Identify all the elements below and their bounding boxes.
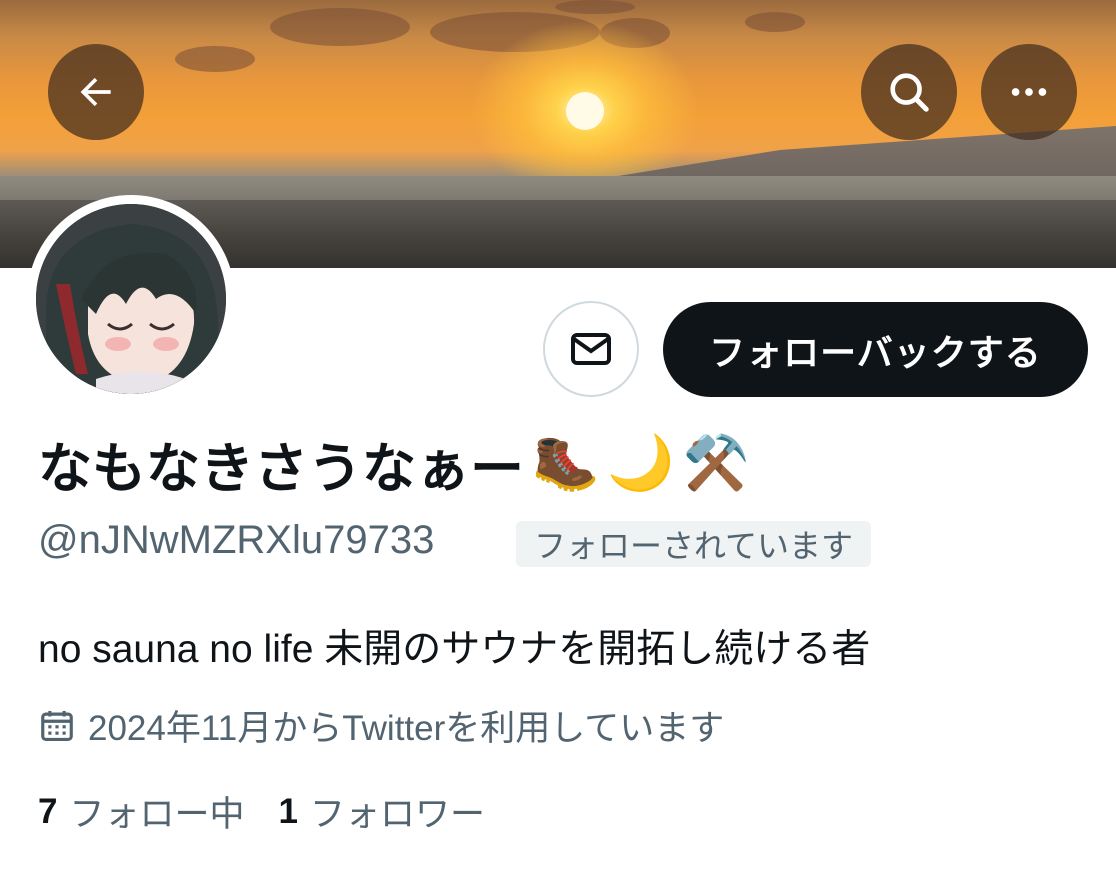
- crescent-moon-icon: 🌙: [607, 433, 675, 493]
- more-options-button[interactable]: [981, 44, 1077, 140]
- avatar[interactable]: [36, 204, 226, 394]
- search-icon: [890, 73, 929, 112]
- hammer-and-pick-icon: ⚒️: [682, 433, 750, 493]
- following-link[interactable]: 7 フォロー中: [38, 786, 244, 837]
- followers-link[interactable]: 1 フォロワー: [278, 786, 484, 837]
- display-name: なもなきさうなぁー: [38, 439, 524, 499]
- following-count: 7: [38, 791, 58, 831]
- profile-bio: no sauna no life 未開のサウナを開拓し続ける者: [38, 628, 871, 671]
- followers-label: フォロワー: [309, 795, 485, 834]
- user-handle: @nJNwMZRXlu79733: [38, 518, 435, 562]
- joined-date: 2024年11月からTwitterを利用しています: [88, 709, 725, 748]
- mail-icon: [571, 333, 611, 365]
- followers-count: 1: [278, 791, 298, 831]
- more-horizontal-icon: [1011, 88, 1047, 96]
- hiking-boot-icon: 🥾: [532, 433, 600, 493]
- message-button[interactable]: [543, 301, 639, 397]
- joined-date-row: 2024年11月からTwitterを利用しています: [38, 700, 724, 751]
- follows-you-badge: フォローされています: [516, 521, 872, 567]
- display-name-row: なもなきさうなぁー 🥾 🌙 ⚒️: [38, 424, 750, 503]
- calendar-icon: [41, 710, 73, 741]
- follow-stats: 7 フォロー中 1 フォロワー: [38, 786, 519, 837]
- back-button[interactable]: [48, 44, 144, 140]
- follow-back-button[interactable]: フォローバックする: [663, 302, 1088, 397]
- following-label: フォロー中: [69, 795, 245, 834]
- search-button[interactable]: [861, 44, 957, 140]
- arrow-left-icon: [80, 77, 111, 107]
